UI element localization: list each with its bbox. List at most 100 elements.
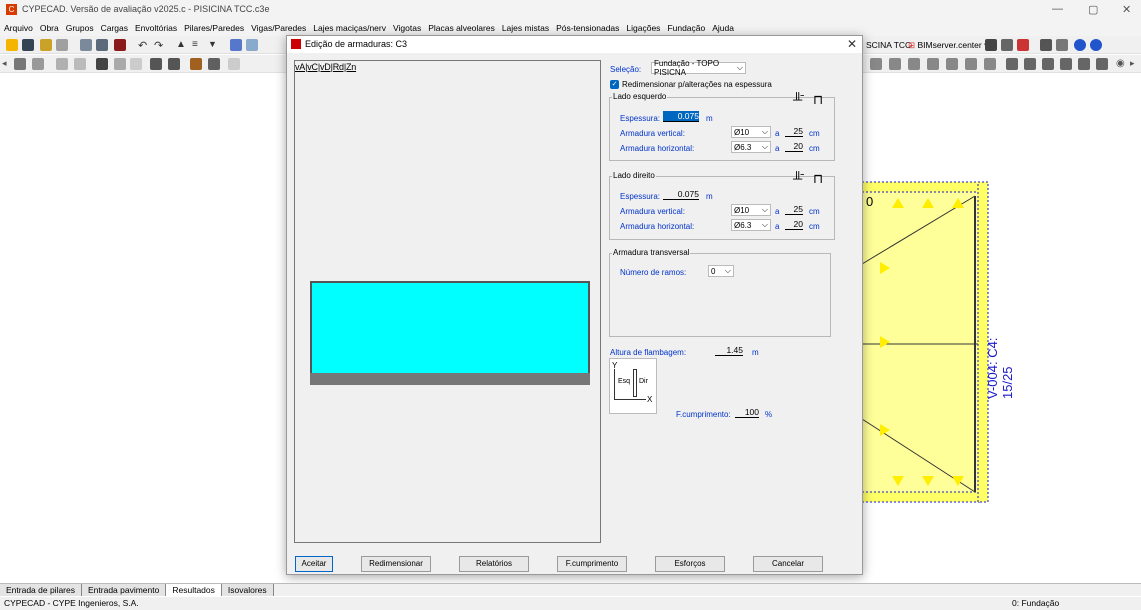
menu-ajuda[interactable]: Ajuda bbox=[712, 23, 734, 33]
relatorios-button[interactable]: Relatórios bbox=[459, 556, 529, 572]
tool-icon[interactable] bbox=[150, 58, 162, 70]
tool-icon[interactable] bbox=[14, 58, 26, 70]
tool-icon[interactable] bbox=[946, 58, 958, 70]
dialog-title-bar: Edição de armaduras: C3 ✕ bbox=[287, 36, 862, 53]
redimensionar-button[interactable]: Redimensionar bbox=[361, 556, 431, 572]
tool-icon[interactable] bbox=[1042, 58, 1054, 70]
horizontal-spacing-input[interactable]: 20 bbox=[785, 219, 803, 230]
vertical-diam-dropdown[interactable]: Ø10 ⌵ bbox=[731, 126, 771, 138]
view-icon[interactable]: ◉ bbox=[1116, 58, 1128, 70]
preview-tabs[interactable]: vA|vC|vD|Rd|Zn bbox=[295, 62, 356, 72]
tool-icon[interactable] bbox=[74, 58, 86, 70]
menu-lajes-macicas[interactable]: Lajes maciças/nerv bbox=[313, 23, 386, 33]
espessura-right-input[interactable]: 0.075 bbox=[663, 189, 699, 200]
vertical-spacing-input[interactable]: 25 bbox=[785, 126, 803, 137]
tool-icon[interactable] bbox=[908, 58, 920, 70]
wall-type-icon[interactable]: ╨̄ bbox=[793, 171, 802, 186]
up-arrow-icon[interactable]: ▲ bbox=[176, 39, 188, 51]
undo-icon[interactable]: ↶ bbox=[138, 39, 150, 52]
redo-icon[interactable]: ↷ bbox=[154, 39, 166, 52]
wall-type-icon[interactable]: ⊓ bbox=[813, 171, 823, 187]
aceitar-button[interactable]: Aceitar bbox=[295, 556, 333, 572]
menu-arquivo[interactable]: Arquivo bbox=[4, 23, 33, 33]
tool-icon[interactable] bbox=[228, 58, 240, 70]
tool-icon[interactable] bbox=[114, 58, 126, 70]
scroll-right-icon[interactable]: ▸ bbox=[1130, 58, 1141, 70]
bimserver-button[interactable]: ⊞ BIMserver.center ▾ bbox=[908, 40, 988, 51]
scroll-left-icon[interactable]: ◂ bbox=[2, 58, 14, 70]
magnet-icon[interactable] bbox=[114, 39, 126, 51]
tool-icon[interactable] bbox=[927, 58, 939, 70]
down-arrow-icon[interactable]: ▼ bbox=[208, 39, 220, 51]
horizontal-diam-dropdown[interactable]: Ø6.3 ⌵ bbox=[731, 219, 771, 231]
tool-icon[interactable] bbox=[208, 58, 220, 70]
tool-icon[interactable] bbox=[32, 58, 44, 70]
menu-grupos[interactable]: Grupos bbox=[66, 23, 94, 33]
menu-fundacao[interactable]: Fundação bbox=[667, 23, 705, 33]
export-icon[interactable] bbox=[1017, 39, 1029, 51]
menu-vigas-paredes[interactable]: Vigas/Paredes bbox=[251, 23, 306, 33]
tool-icon[interactable] bbox=[56, 39, 68, 51]
close-button[interactable]: ✕ bbox=[1122, 3, 1131, 16]
vertical-spacing-input[interactable]: 25 bbox=[785, 204, 803, 215]
tool-icon[interactable] bbox=[1096, 58, 1108, 70]
plugin-icon[interactable] bbox=[985, 39, 997, 51]
menu-envoltorias[interactable]: Envoltórias bbox=[135, 23, 177, 33]
menu-pilares-paredes[interactable]: Pilares/Paredes bbox=[184, 23, 244, 33]
wall-type-icon[interactable]: ╨̄ bbox=[793, 92, 802, 107]
tool-icon[interactable] bbox=[168, 58, 180, 70]
menu-pos-tensionadas[interactable]: Pós-tensionadas bbox=[556, 23, 619, 33]
tab-isovalores[interactable]: Isovalores bbox=[221, 584, 274, 596]
tool-icon[interactable] bbox=[965, 58, 977, 70]
tool-icon[interactable] bbox=[1006, 58, 1018, 70]
tool-icon[interactable] bbox=[40, 39, 52, 51]
tool-icon[interactable] bbox=[1060, 58, 1072, 70]
layout-icon[interactable] bbox=[1056, 39, 1068, 51]
tool-icon[interactable] bbox=[1078, 58, 1090, 70]
ramos-dropdown[interactable]: 0 ⌵ bbox=[708, 265, 734, 277]
zoom-icon[interactable] bbox=[246, 39, 258, 51]
selecao-dropdown[interactable]: Fundação - TOPO PISICNA ⌵ bbox=[651, 59, 746, 77]
tool-icon[interactable] bbox=[130, 58, 142, 70]
menu-cargas[interactable]: Cargas bbox=[101, 23, 128, 33]
grid-icon[interactable] bbox=[80, 39, 92, 51]
tool-icon[interactable] bbox=[56, 58, 68, 70]
globe-icon[interactable] bbox=[1090, 39, 1102, 51]
tab-entrada-pilares[interactable]: Entrada de pilares bbox=[0, 584, 82, 596]
table-icon[interactable] bbox=[96, 39, 108, 51]
layout-icon[interactable] bbox=[1040, 39, 1052, 51]
tool-icon[interactable] bbox=[984, 58, 996, 70]
search-icon[interactable] bbox=[230, 39, 242, 51]
menu-lajes-mistas[interactable]: Lajes mistas bbox=[502, 23, 549, 33]
help-icon[interactable] bbox=[1074, 39, 1086, 51]
tab-resultados[interactable]: Resultados bbox=[166, 584, 222, 596]
tab-entrada-pavimento[interactable]: Entrada pavimento bbox=[82, 584, 167, 596]
esforcos-button[interactable]: Esforços bbox=[655, 556, 725, 572]
tool-icon[interactable] bbox=[190, 58, 202, 70]
open-icon[interactable] bbox=[6, 39, 18, 51]
fcumprimento-button[interactable]: F.cumprimento bbox=[557, 556, 627, 572]
maximize-button[interactable]: ▢ bbox=[1088, 3, 1098, 16]
horizontal-spacing-input[interactable]: 20 bbox=[785, 141, 803, 152]
cancelar-button[interactable]: Cancelar bbox=[753, 556, 823, 572]
dialog-close-button[interactable]: ✕ bbox=[847, 37, 857, 51]
tool-icon[interactable] bbox=[889, 58, 901, 70]
plugin-icon[interactable] bbox=[1001, 39, 1013, 51]
floors-icon[interactable]: ≡ bbox=[192, 39, 204, 51]
save-icon[interactable] bbox=[22, 39, 34, 51]
flambagem-input[interactable]: 1.45 bbox=[715, 345, 743, 356]
menu-placas-alveolares[interactable]: Placas alveolares bbox=[428, 23, 495, 33]
menu-obra[interactable]: Obra bbox=[40, 23, 59, 33]
vertical-diam-dropdown[interactable]: Ø10 ⌵ bbox=[731, 204, 771, 216]
horizontal-diam-dropdown[interactable]: Ø6.3 ⌵ bbox=[731, 141, 771, 153]
wall-type-icon[interactable]: ⊓ bbox=[813, 92, 823, 108]
tool-icon[interactable] bbox=[96, 58, 108, 70]
tool-icon[interactable] bbox=[1024, 58, 1036, 70]
espessura-left-input[interactable]: 0.075 bbox=[663, 111, 699, 122]
redimensionar-checkbox[interactable]: ✓ bbox=[610, 80, 619, 89]
tool-icon[interactable] bbox=[870, 58, 882, 70]
menu-ligacoes[interactable]: Ligações bbox=[626, 23, 660, 33]
menu-vigotas[interactable]: Vigotas bbox=[393, 23, 421, 33]
fcomp-input[interactable]: 100 bbox=[735, 407, 759, 418]
minimize-button[interactable]: — bbox=[1052, 3, 1063, 15]
